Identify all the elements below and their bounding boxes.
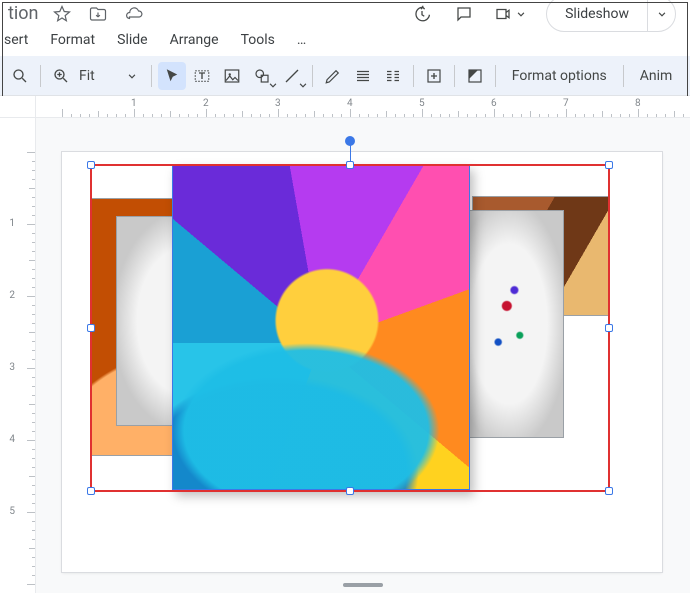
speaker-notes-grip[interactable] [343, 583, 383, 587]
ruler-v-label: 4 [9, 434, 15, 445]
selection-handle-ml[interactable] [87, 324, 95, 332]
search-menus-button[interactable] [6, 62, 34, 90]
shape-button[interactable] [248, 62, 276, 90]
selection-handle-bl[interactable] [87, 487, 95, 495]
toolbar-separator [495, 65, 496, 87]
menu-format[interactable]: Format [48, 30, 97, 50]
chevron-down-icon [296, 78, 310, 92]
cloud-status-icon[interactable] [122, 2, 146, 26]
menu-overflow[interactable]: … [295, 30, 308, 50]
toolbar-separator [623, 65, 624, 87]
ruler-h-label: 5 [419, 98, 425, 109]
toolbar-separator [454, 65, 455, 87]
slideshow-dropdown[interactable] [647, 0, 675, 31]
format-options-button[interactable]: Format options [502, 62, 617, 90]
zoom-level-label: Fit [79, 68, 95, 84]
selection-handle-tl[interactable] [87, 161, 95, 169]
ruler-h-label: 8 [635, 98, 641, 109]
distribute-button[interactable] [379, 62, 407, 90]
select-tool-button[interactable] [158, 62, 186, 90]
vertical-ruler[interactable]: 1 2 3 4 5 [0, 118, 36, 593]
comments-icon[interactable] [452, 2, 476, 26]
ruler-v-label: 3 [9, 362, 15, 373]
selection-handle-mr[interactable] [605, 324, 613, 332]
selection-handle-tr[interactable] [605, 161, 613, 169]
canvas-area: 1 2 3 4 5 6 7 8 1 2 3 4 5 [0, 96, 690, 593]
toolbar-separator [40, 65, 41, 87]
menu-insert[interactable]: sert [2, 30, 30, 50]
menu-bar: sert Format Slide Arrange Tools … [0, 28, 690, 56]
selection-handle-mb[interactable] [346, 487, 354, 495]
ruler-h-label: 1 [131, 98, 137, 109]
toolbar-separator [312, 65, 313, 87]
ruler-v-label: 5 [9, 506, 15, 517]
align-button[interactable] [349, 62, 377, 90]
title-bar: tion Slideshow [0, 0, 690, 28]
ruler-corner [0, 96, 36, 118]
pen-color-button[interactable] [319, 62, 347, 90]
slideshow-button-label[interactable]: Slideshow [547, 0, 647, 31]
ruler-v-label: 2 [9, 290, 15, 301]
zoom-tool-button[interactable] [47, 62, 75, 90]
selection-handle-mt[interactable] [346, 161, 354, 169]
toolbar-separator [151, 65, 152, 87]
ruler-h-label: 3 [275, 98, 281, 109]
move-to-folder-icon[interactable] [86, 2, 110, 26]
selection-handle-br[interactable] [605, 487, 613, 495]
chevron-down-icon [514, 7, 528, 21]
menu-slide[interactable]: Slide [115, 30, 149, 50]
insert-image-button[interactable] [218, 62, 246, 90]
toolbar-separator [413, 65, 414, 87]
textbox-button[interactable] [188, 62, 216, 90]
ruler-h-label: 6 [491, 98, 497, 109]
horizontal-ruler[interactable]: 1 2 3 4 5 6 7 8 [36, 96, 690, 118]
chevron-down-icon [655, 7, 669, 21]
zoom-level-dropdown[interactable]: Fit [77, 62, 145, 90]
ruler-h-label: 2 [203, 98, 209, 109]
ruler-h-label: 7 [563, 98, 569, 109]
present-meet-button[interactable] [494, 5, 528, 23]
content-placeholder[interactable] [74, 160, 650, 558]
line-button[interactable] [278, 62, 306, 90]
menu-arrange[interactable]: Arrange [168, 30, 221, 50]
mask-image-button[interactable] [461, 62, 489, 90]
document-title[interactable]: tion [8, 3, 38, 24]
selection-bounding-box[interactable] [90, 164, 610, 492]
ruler-v-label: 1 [9, 218, 15, 229]
rotation-stem [350, 144, 351, 162]
version-history-icon[interactable] [410, 2, 434, 26]
slide-viewport[interactable] [36, 118, 690, 593]
slide[interactable] [62, 152, 662, 572]
crop-image-button[interactable] [420, 62, 448, 90]
slideshow-button[interactable]: Slideshow [546, 0, 676, 32]
menu-tools[interactable]: Tools [239, 30, 277, 50]
ruler-h-label: 4 [347, 98, 353, 109]
chevron-down-icon [125, 69, 139, 83]
star-icon[interactable] [50, 2, 74, 26]
rotation-handle[interactable] [345, 136, 355, 146]
animate-button[interactable]: Anim [630, 62, 683, 90]
toolbar: Fit Format options Anim [0, 56, 690, 96]
